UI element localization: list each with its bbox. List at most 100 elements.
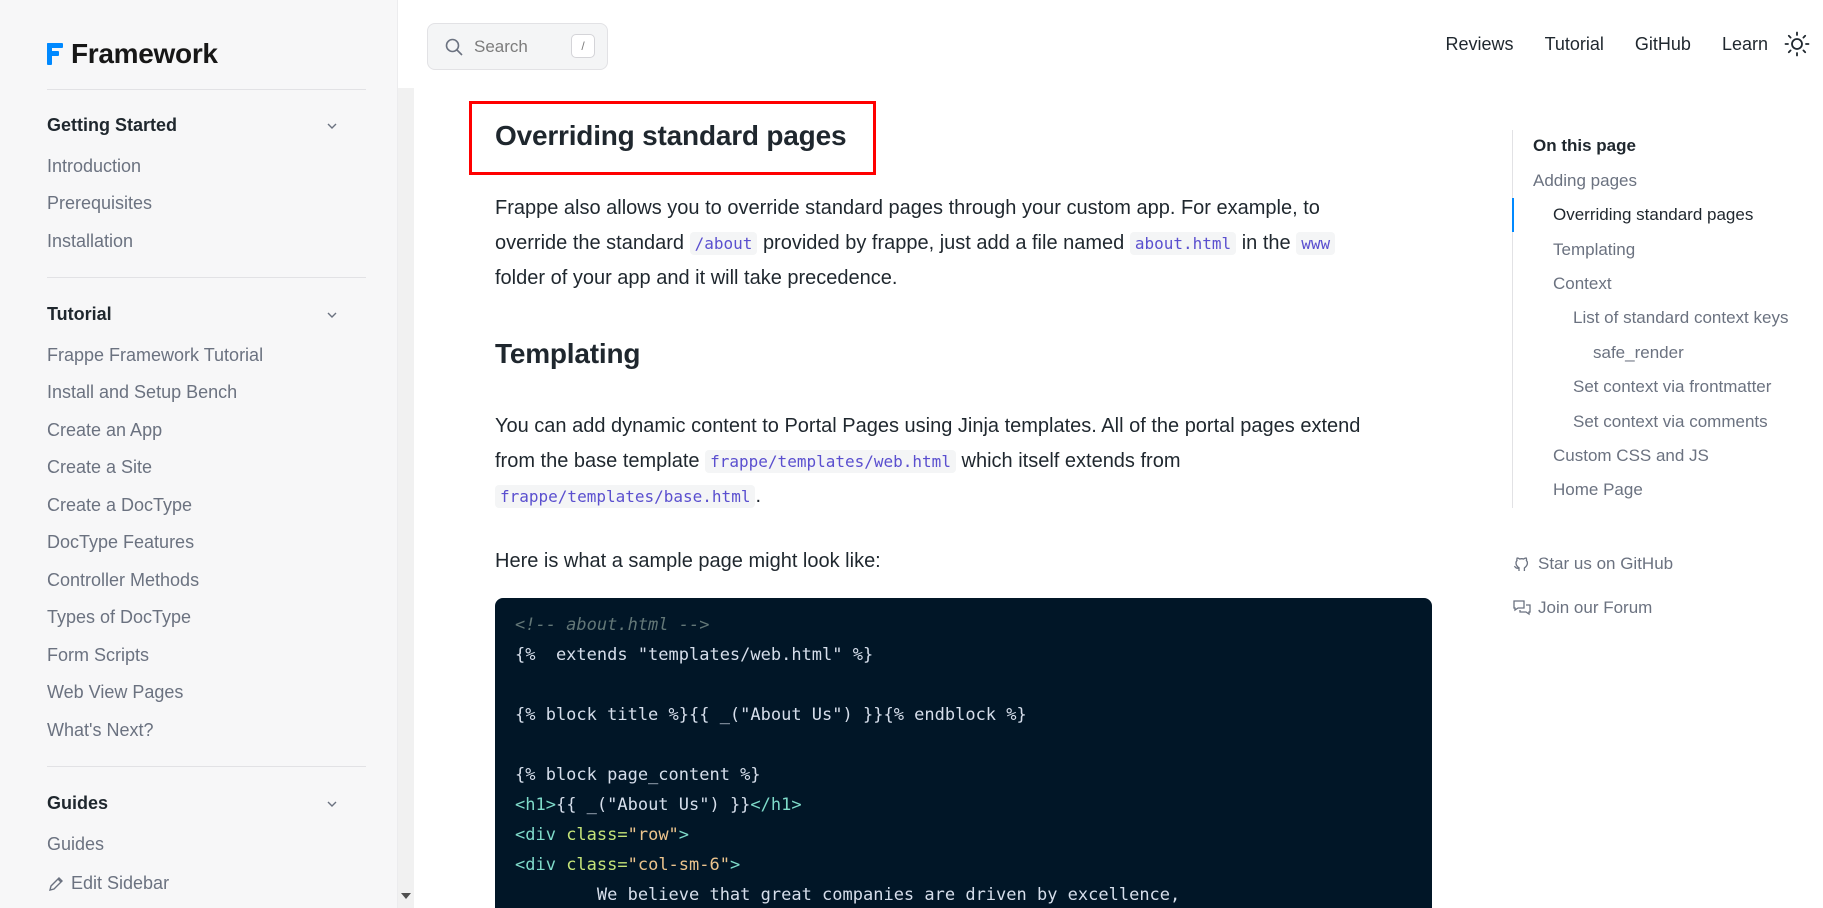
sidebar-item-installation[interactable]: Installation	[47, 231, 133, 252]
sidebar-section-title: Getting Started	[47, 115, 178, 135]
toc-item-adding-pages[interactable]: Adding pages	[1533, 171, 1637, 191]
join-forum-label: Join our Forum	[1538, 598, 1653, 617]
inline-code: about.html	[1129, 232, 1237, 255]
paragraph-templating: You can add dynamic content to Portal Pa…	[495, 409, 1420, 514]
paragraph-text: folder of your app and it will take prec…	[495, 267, 898, 289]
paragraph-text: Frappe also allows you to override stand…	[495, 197, 1320, 219]
paragraph-text: .	[755, 485, 762, 507]
code-token: >	[729, 855, 741, 875]
nav-link-reviews[interactable]: Reviews	[1446, 34, 1514, 55]
heading-overriding-standard-pages: Overriding standard pages	[495, 120, 847, 151]
sidebar-item-doctype-features[interactable]: DocType Features	[47, 532, 194, 553]
sidebar: Framework Getting Started Introduction P…	[0, 0, 398, 908]
code-token: {{ _("About Us") }}	[555, 795, 751, 815]
chevron-down-icon	[327, 801, 337, 807]
sidebar-section-guides[interactable]: Guides	[47, 793, 339, 814]
sidebar-item-controller-methods[interactable]: Controller Methods	[47, 570, 199, 591]
code-token: class=	[566, 855, 628, 875]
toc-item-list-of-context-keys[interactable]: List of standard context keys	[1573, 308, 1788, 328]
sidebar-item-create-a-site[interactable]: Create a Site	[47, 457, 152, 478]
sidebar-divider	[47, 766, 366, 767]
heading-templating: Templating	[495, 338, 641, 369]
chevron-down-icon	[327, 123, 337, 129]
paragraph-sample-page: Here is what a sample page might look li…	[495, 550, 881, 572]
code-token: class=	[566, 825, 628, 845]
table-of-contents: On this page Adding pages Overriding sta…	[1512, 130, 1812, 508]
toc-item-context[interactable]: Context	[1553, 274, 1612, 294]
code-line: <h1>{{ _("About Us") }}</h1>	[515, 790, 1412, 820]
toc-item-templating[interactable]: Templating	[1553, 240, 1635, 260]
code-token: <div	[515, 825, 567, 845]
code-token: "row"	[627, 825, 679, 845]
pencil-icon	[49, 876, 63, 891]
top-nav: Reviews Tutorial GitHub Learn	[1446, 34, 1768, 55]
toc-item-safe-render[interactable]: safe_render	[1593, 343, 1684, 363]
inline-code: www	[1296, 232, 1336, 255]
framework-logo-icon	[47, 43, 63, 65]
scroll-down-arrow-icon[interactable]	[401, 893, 411, 899]
sidebar-section-title: Guides	[47, 793, 109, 813]
edit-sidebar-label: Edit Sidebar	[71, 873, 170, 893]
inline-code: /about	[689, 232, 758, 255]
search-placeholder: Search	[474, 36, 528, 56]
toc-title: On this page	[1533, 136, 1636, 155]
sidebar-item-introduction[interactable]: Introduction	[47, 156, 141, 177]
sidebar-item-whats-next[interactable]: What's Next?	[47, 720, 153, 741]
chevron-down-icon	[327, 312, 337, 318]
sidebar-section-tutorial[interactable]: Tutorial	[47, 304, 339, 325]
paragraph-text: provided by frappe, just add a file name…	[762, 232, 1125, 254]
edit-sidebar-button[interactable]: Edit Sidebar	[47, 873, 169, 894]
code-token: <h1>	[515, 795, 556, 815]
code-line: {% block page_content %}	[515, 765, 761, 785]
code-line: <div class="col-sm-6">	[515, 850, 1412, 880]
toc-item-context-frontmatter[interactable]: Set context via frontmatter	[1573, 377, 1771, 397]
sidebar-item-prerequisites[interactable]: Prerequisites	[47, 193, 152, 214]
sidebar-item-create-a-doctype[interactable]: Create a DocType	[47, 495, 192, 516]
sidebar-section-getting-started[interactable]: Getting Started	[47, 115, 339, 136]
toc-item-context-comments[interactable]: Set context via comments	[1573, 412, 1768, 432]
search-shortcut-key: /	[571, 34, 595, 58]
inline-code: frappe/templates/base.html	[495, 485, 756, 508]
sidebar-item-types-of-doctype[interactable]: Types of DocType	[47, 607, 191, 628]
sidebar-item-web-view-pages[interactable]: Web View Pages	[47, 682, 183, 703]
nav-link-tutorial[interactable]: Tutorial	[1545, 34, 1604, 55]
paragraph-overriding: Frappe also allows you to override stand…	[495, 191, 1420, 296]
framework-logo-text: Framework	[71, 38, 218, 69]
star-on-github-label: Star us on GitHub	[1538, 554, 1674, 573]
chat-bubbles-icon	[1513, 600, 1531, 616]
code-token: >	[678, 825, 690, 845]
code-line: {% extends "templates/web.html" %}	[515, 645, 874, 665]
nav-link-learn[interactable]: Learn	[1722, 34, 1768, 55]
toc-item-home-page[interactable]: Home Page	[1553, 480, 1643, 500]
join-forum-link[interactable]: Join our Forum	[1512, 598, 1652, 618]
sidebar-item-create-an-app[interactable]: Create an App	[47, 420, 162, 441]
toc-item-custom-css-js[interactable]: Custom CSS and JS	[1553, 446, 1709, 466]
inline-code: frappe/templates/web.html	[705, 450, 956, 473]
search-box[interactable]: Search /	[427, 23, 608, 70]
code-token: <div	[515, 855, 567, 875]
sidebar-item-guides[interactable]: Guides	[47, 834, 104, 855]
sidebar-divider	[47, 89, 366, 90]
search-icon	[445, 38, 463, 56]
paragraph-text: override the standard	[495, 232, 685, 254]
toc-item-overriding-standard-pages[interactable]: Overriding standard pages	[1553, 205, 1753, 225]
code-token: "col-sm-6"	[627, 855, 730, 875]
sidebar-item-install-setup-bench[interactable]: Install and Setup Bench	[47, 382, 237, 403]
paragraph-text: which itself extends from	[961, 450, 1181, 472]
paragraph-text: You can add dynamic content to Portal Pa…	[495, 415, 1361, 437]
sidebar-item-form-scripts[interactable]: Form Scripts	[47, 645, 149, 666]
star-on-github-link[interactable]: Star us on GitHub	[1512, 554, 1673, 574]
paragraph-text: in the	[1241, 232, 1291, 254]
sun-icon[interactable]	[1784, 31, 1810, 57]
code-token: </h1>	[750, 795, 802, 815]
nav-link-github[interactable]: GitHub	[1635, 34, 1691, 55]
sidebar-scrollbar[interactable]	[398, 88, 414, 908]
paragraph-text: from the base template	[495, 450, 700, 472]
github-icon	[1513, 557, 1529, 571]
code-block[interactable]: <!-- about.html --> {% extends "template…	[495, 598, 1432, 908]
sidebar-item-frappe-framework-tutorial[interactable]: Frappe Framework Tutorial	[47, 345, 263, 366]
framework-logo[interactable]: Framework	[47, 38, 218, 70]
code-line: We believe that great companies are driv…	[515, 885, 1181, 905]
